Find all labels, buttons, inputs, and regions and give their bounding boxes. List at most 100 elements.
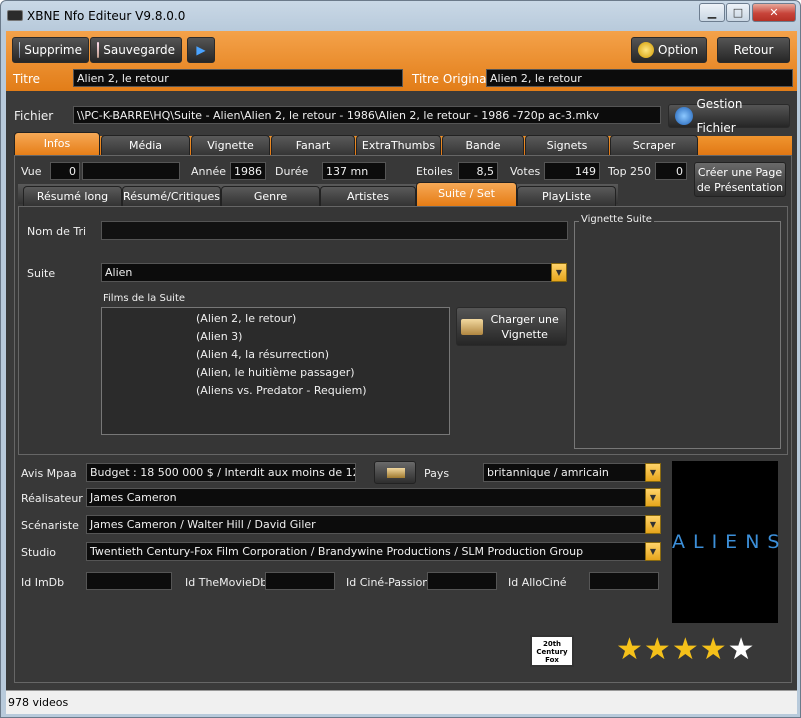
- tab-fanart[interactable]: Fanart: [271, 135, 355, 156]
- chevron-down-icon[interactable]: ▼: [645, 488, 661, 507]
- thumb-group-label: Vignette Suite: [579, 214, 654, 225]
- delete-button[interactable]: Supprime: [12, 37, 89, 63]
- film-icon: [387, 468, 405, 478]
- duration-field[interactable]: 137 mn: [322, 162, 386, 180]
- manage-file-button[interactable]: Gestion Fichier: [668, 97, 790, 135]
- wrench-icon: [638, 42, 654, 58]
- star-icon[interactable]: ★: [700, 635, 727, 667]
- films-list[interactable]: (Alien 2, le retour) (Alien 3) (Alien 4, l…: [101, 307, 450, 435]
- country-label: Pays: [424, 467, 450, 480]
- year-label: Année: [191, 165, 227, 178]
- chevron-down-icon[interactable]: ▼: [645, 542, 661, 561]
- option-button[interactable]: Option: [631, 37, 707, 63]
- folder-icon: [461, 318, 484, 335]
- film-list-item[interactable]: (Aliens vs. Predator - Requiem): [196, 382, 367, 400]
- star-icon[interactable]: ★: [644, 635, 671, 667]
- orig-title-field[interactable]: Alien 2, le retour: [486, 69, 793, 87]
- subtab-genre[interactable]: Genre: [221, 186, 320, 206]
- imdb-label: Id ImDb: [21, 576, 65, 589]
- writer-label: Scénariste: [21, 519, 79, 532]
- client-area: Supprime Sauvegarde ▶ Option Retour Titr…: [6, 31, 797, 714]
- maximize-button[interactable]: □: [726, 3, 750, 22]
- subtab-playliste[interactable]: PlayListe: [517, 186, 616, 206]
- allocine-field[interactable]: [589, 572, 659, 590]
- window-title: XBNE Nfo Editeur V9.8.0.0: [27, 9, 186, 23]
- save-button[interactable]: Sauvegarde: [90, 37, 182, 63]
- mpaa-image-button[interactable]: [374, 461, 416, 484]
- file-label: Fichier: [14, 109, 54, 123]
- subtab-suite-set[interactable]: Suite / Set: [416, 182, 517, 206]
- trash-icon: [19, 42, 21, 58]
- subtab-artistes[interactable]: Artistes: [320, 186, 416, 206]
- tab-scraper[interactable]: Scraper: [610, 135, 698, 156]
- tab-extrathumbs[interactable]: ExtraThumbs: [356, 135, 441, 156]
- play-button[interactable]: ▶: [187, 37, 215, 63]
- close-button[interactable]: ✕: [752, 3, 796, 22]
- minimize-button[interactable]: ▁: [699, 3, 725, 22]
- views-extra-field[interactable]: [82, 162, 180, 180]
- studio-combo[interactable]: Twentieth Century-Fox Film Corporation /…: [86, 542, 646, 561]
- tmdb-field[interactable]: [265, 572, 335, 590]
- save-icon: [97, 42, 100, 58]
- orig-title-label: Titre Original: [412, 72, 490, 86]
- app-icon: [7, 10, 23, 21]
- help-icon: [675, 107, 693, 125]
- app-window: XBNE Nfo Editeur V9.8.0.0 ▁ □ ✕ Supprime…: [0, 0, 801, 718]
- year-field[interactable]: 1986: [230, 162, 266, 180]
- tab-m-dia[interactable]: Média: [101, 135, 190, 156]
- title-label: Titre: [13, 72, 41, 86]
- file-path-field[interactable]: \\PC-K-BARRE\HQ\Suite - Alien\Alien 2, l…: [73, 106, 661, 124]
- star-icon[interactable]: ★: [728, 635, 755, 667]
- mpaa-label: Avis Mpaa: [21, 467, 77, 480]
- director-label: Réalisateur: [21, 492, 83, 505]
- star-icon[interactable]: ★: [672, 635, 699, 667]
- title-field[interactable]: Alien 2, le retour: [73, 69, 403, 87]
- toolbar: Supprime Sauvegarde ▶ Option Retour Titr…: [6, 31, 797, 91]
- film-list-item[interactable]: (Alien 4, la résurrection): [196, 346, 367, 364]
- back-button[interactable]: Retour: [717, 37, 790, 63]
- suite-combo[interactable]: Alien: [101, 263, 553, 282]
- rating-label: Etoiles: [416, 165, 453, 178]
- status-bar: 978 videos: [6, 690, 797, 714]
- chevron-down-icon[interactable]: ▼: [645, 463, 661, 482]
- tab-vignette[interactable]: Vignette: [191, 135, 270, 156]
- votes-label: Votes: [510, 165, 541, 178]
- imdb-field[interactable]: [86, 572, 172, 590]
- film-list-item[interactable]: (Alien, le huitième passager): [196, 364, 367, 382]
- film-list-item[interactable]: (Alien 3): [196, 328, 367, 346]
- sort-name-label: Nom de Tri: [27, 225, 87, 238]
- rating-stars[interactable]: ★ ★ ★ ★ ★: [616, 635, 776, 667]
- director-combo[interactable]: James Cameron: [86, 488, 646, 507]
- subtab-r-sum-critiques[interactable]: Résumé/Critiques: [122, 186, 221, 206]
- poster-image[interactable]: ALIENS: [672, 461, 788, 623]
- tmdb-label: Id TheMovieDb: [185, 576, 268, 589]
- subtab-r-sum-long[interactable]: Résumé long: [23, 186, 122, 206]
- views-label: Vue: [21, 165, 42, 178]
- country-combo[interactable]: britannique / amricain: [483, 463, 646, 482]
- fox-logo-text: 20th Century Fox: [536, 640, 568, 664]
- film-list-item[interactable]: (Alien 2, le retour): [196, 310, 367, 328]
- star-icon[interactable]: ★: [616, 635, 643, 667]
- studio-label: Studio: [21, 546, 57, 559]
- writer-combo[interactable]: James Cameron / Walter Hill / David Gile…: [86, 515, 646, 534]
- sort-name-field[interactable]: [101, 221, 568, 240]
- tab-bande-annonce[interactable]: Bande Annonce: [442, 135, 524, 172]
- tab-infos[interactable]: Infos: [14, 132, 100, 156]
- load-thumb-button[interactable]: Charger une Vignette: [456, 307, 567, 346]
- films-label: Films de la Suite: [103, 293, 186, 304]
- views-field[interactable]: 0: [50, 162, 80, 180]
- votes-field[interactable]: 149: [544, 162, 600, 180]
- poster-title: ALIENS: [672, 531, 788, 553]
- suite-label: Suite: [27, 267, 56, 280]
- top250-field[interactable]: 0: [655, 162, 687, 180]
- rating-field[interactable]: 8,5: [458, 162, 498, 180]
- cine-field[interactable]: [427, 572, 497, 590]
- tab-signets[interactable]: Signets: [525, 135, 609, 156]
- duration-label: Durée: [275, 165, 309, 178]
- top250-label: Top 250: [608, 165, 652, 178]
- create-page-button[interactable]: Créer une Page de Présentation: [694, 162, 786, 197]
- thumb-group: [574, 221, 781, 449]
- mpaa-field[interactable]: Budget : 18 500 000 $ / Interdit aux moi…: [86, 463, 356, 482]
- chevron-down-icon[interactable]: ▼: [645, 515, 661, 534]
- chevron-down-icon[interactable]: ▼: [551, 263, 567, 282]
